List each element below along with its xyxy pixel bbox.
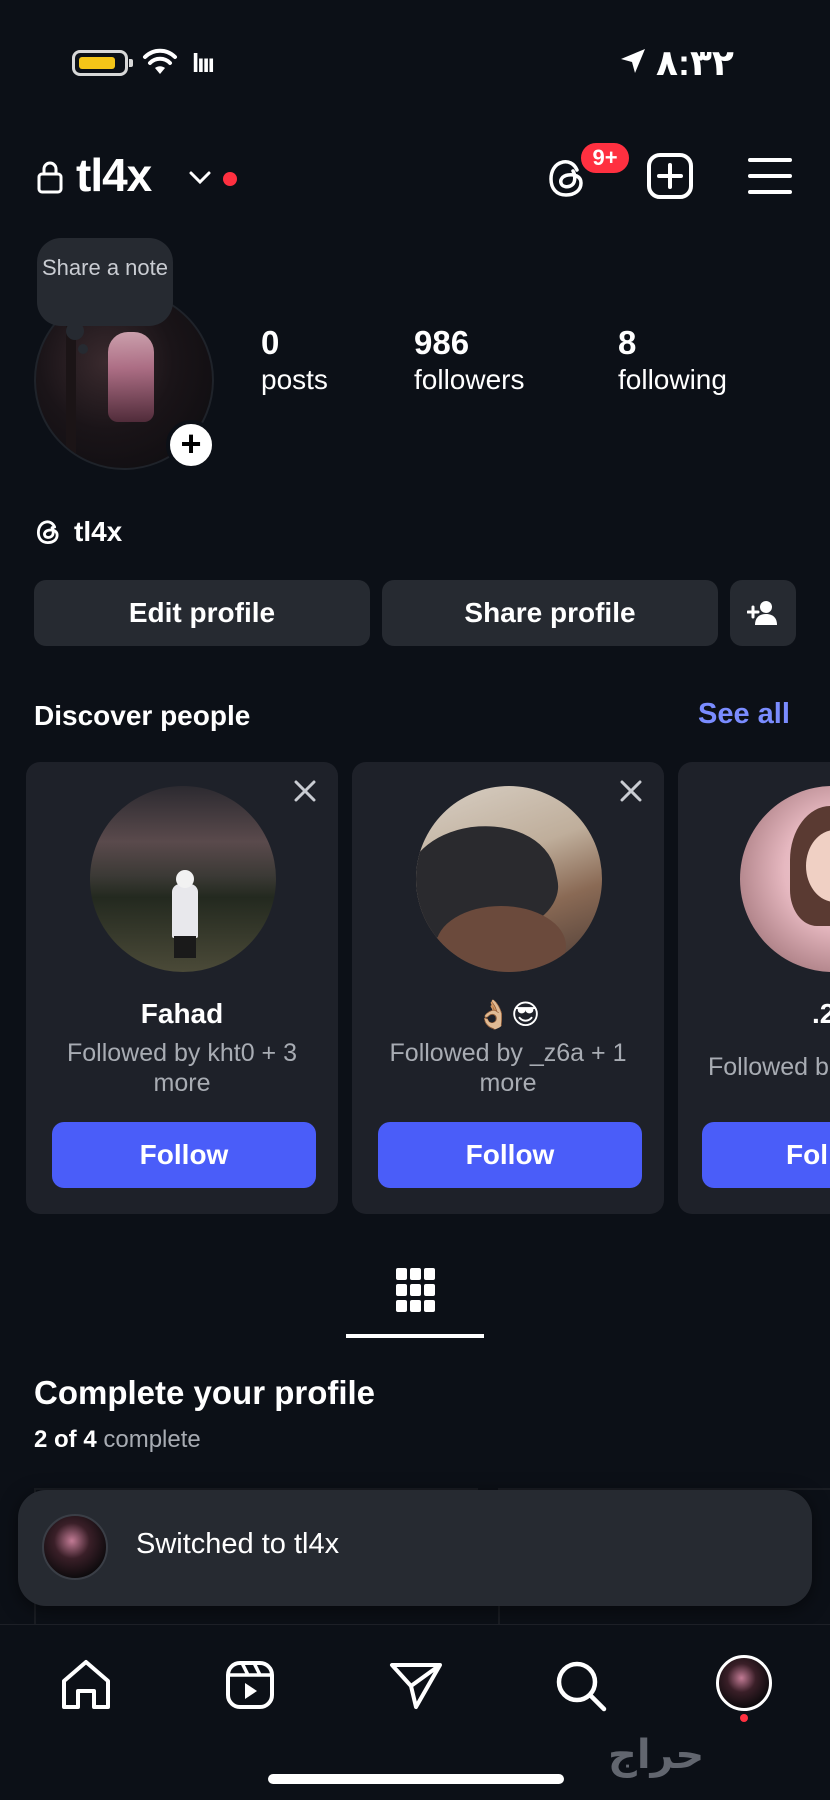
add-person-icon bbox=[746, 601, 777, 625]
see-all-link[interactable]: See all bbox=[698, 698, 790, 731]
suggestion-card[interactable]: .2 Followed b Fol bbox=[678, 762, 830, 1214]
suggestion-mutuals: Followed by kht0 + 3 more bbox=[67, 1039, 297, 1097]
stat-followers[interactable]: 986 followers bbox=[414, 324, 524, 398]
lock-icon bbox=[37, 161, 63, 194]
suggestion-avatar[interactable] bbox=[416, 786, 602, 972]
chevron-down-icon[interactable] bbox=[188, 170, 212, 186]
tab-active-indicator bbox=[346, 1334, 484, 1338]
suggestion-avatar[interactable] bbox=[740, 786, 830, 972]
grid-icon[interactable] bbox=[396, 1268, 436, 1314]
progress-label: complete bbox=[103, 1426, 201, 1453]
suggestion-name: 👌🏼😎 bbox=[475, 999, 541, 1030]
toast-avatar bbox=[42, 1514, 108, 1580]
threads-profile-link[interactable]: tl4x bbox=[34, 516, 122, 548]
plus-square-icon[interactable] bbox=[646, 152, 694, 200]
profile-header: tl4x 9+ bbox=[0, 140, 830, 212]
complete-profile-title: Complete your profile bbox=[34, 1374, 376, 1411]
notification-dot bbox=[223, 172, 237, 186]
follow-button[interactable]: Follow bbox=[378, 1122, 642, 1188]
account-switcher-username[interactable]: tl4x bbox=[76, 148, 152, 202]
share-profile-button[interactable]: Share profile bbox=[382, 580, 718, 646]
progress-count: 2 of 4 bbox=[34, 1426, 97, 1453]
threads-handle: tl4x bbox=[74, 516, 123, 547]
profile-screen: lııı ٨:٣٢ tl4x 9+ + Share a note 0 posts… bbox=[0, 0, 830, 1800]
status-bar: lııı ٨:٣٢ bbox=[0, 40, 830, 84]
share-note-bubble[interactable]: Share a note bbox=[37, 238, 173, 326]
watermark-logo: حراج bbox=[608, 1733, 705, 1777]
discover-people-title: Discover people bbox=[34, 700, 251, 731]
profile-tab-dot bbox=[740, 1714, 748, 1722]
follow-button[interactable]: Follow bbox=[52, 1122, 316, 1188]
posts-count: 0 bbox=[261, 324, 280, 361]
following-label: following bbox=[618, 364, 727, 395]
suggested-people-button[interactable] bbox=[730, 580, 796, 646]
posts-label: posts bbox=[261, 364, 328, 395]
reels-icon[interactable] bbox=[220, 1655, 280, 1715]
status-time: ٨:٣٢ bbox=[656, 42, 734, 83]
menu-icon[interactable] bbox=[748, 156, 792, 196]
stat-following[interactable]: 8 following bbox=[618, 324, 727, 398]
toast-message: Switched to tl4x bbox=[136, 1528, 340, 1560]
followers-label: followers bbox=[414, 364, 525, 395]
profile-actions: Edit profile Share profile bbox=[0, 580, 830, 646]
following-count: 8 bbox=[618, 324, 637, 361]
wifi-icon bbox=[143, 48, 177, 74]
add-story-button[interactable]: + bbox=[166, 420, 216, 470]
suggestion-name: .2 bbox=[812, 998, 830, 1029]
suggestion-mutuals: Followed by _z6a + 1 more bbox=[389, 1039, 627, 1097]
threads-icon bbox=[36, 520, 59, 545]
close-icon[interactable] bbox=[294, 780, 316, 802]
edit-profile-button[interactable]: Edit profile bbox=[34, 580, 370, 646]
stat-posts[interactable]: 0 posts bbox=[261, 324, 328, 398]
suggestion-name: Fahad bbox=[140, 998, 224, 1029]
close-icon[interactable] bbox=[620, 780, 642, 802]
profile-tab-avatar[interactable] bbox=[716, 1655, 772, 1711]
threads-badge: 9+ bbox=[578, 140, 632, 176]
battery-icon bbox=[72, 50, 133, 76]
location-icon bbox=[621, 49, 645, 73]
home-icon[interactable] bbox=[56, 1655, 116, 1715]
signal-indicator: lııı bbox=[192, 48, 215, 78]
suggestion-avatar[interactable] bbox=[90, 786, 276, 972]
send-icon[interactable] bbox=[386, 1655, 446, 1715]
search-icon[interactable] bbox=[550, 1655, 610, 1715]
followers-count: 986 bbox=[414, 324, 470, 361]
home-indicator[interactable] bbox=[268, 1774, 564, 1784]
suggestion-mutuals: Followed b bbox=[708, 1053, 829, 1081]
suggestion-card[interactable]: Fahad Followed by kht0 + 3 more Follow bbox=[26, 762, 338, 1214]
follow-button[interactable]: Fol bbox=[702, 1122, 830, 1188]
suggestion-card[interactable]: 👌🏼😎 Followed by _z6a + 1 more Follow bbox=[352, 762, 664, 1214]
account-switched-toast: Switched to tl4x bbox=[18, 1490, 812, 1606]
complete-profile-progress: 2 of 4 complete bbox=[34, 1426, 201, 1454]
